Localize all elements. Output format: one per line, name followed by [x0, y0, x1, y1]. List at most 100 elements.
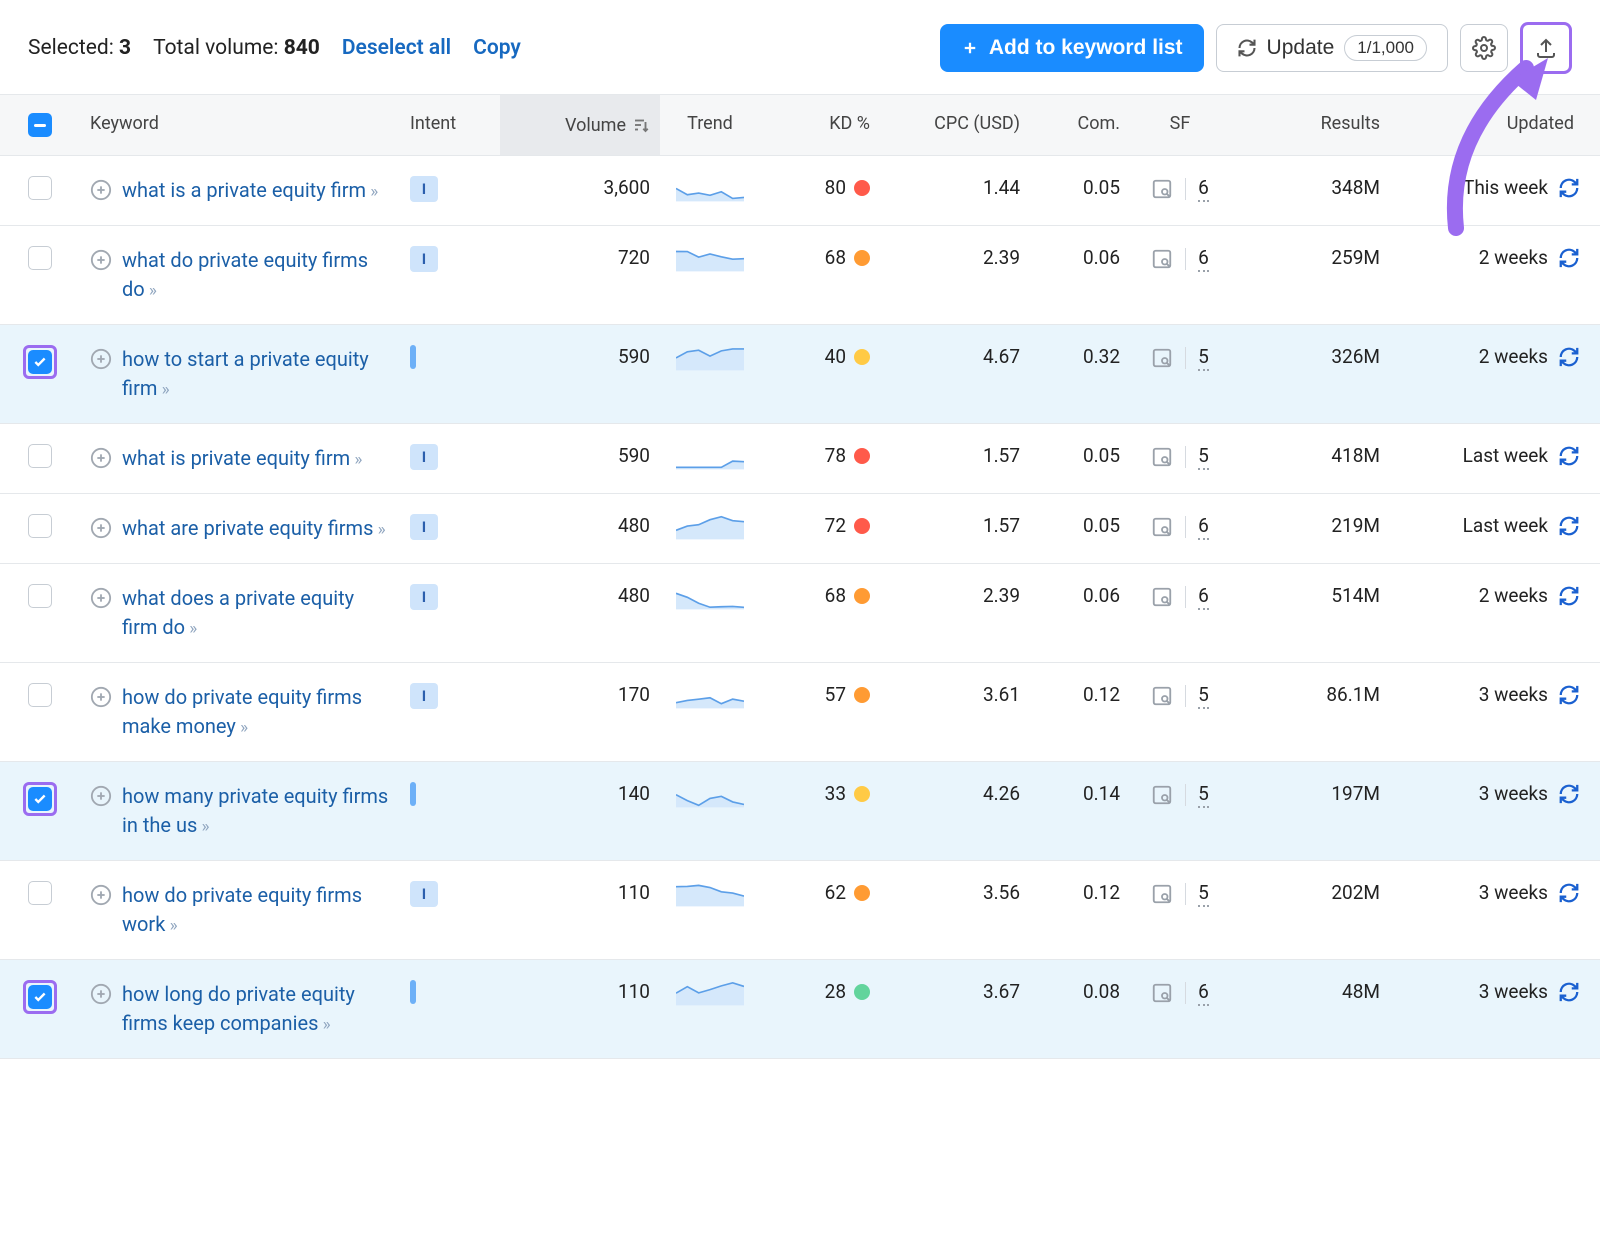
refresh-row-icon[interactable] [1558, 515, 1580, 537]
refresh-row-icon[interactable] [1558, 247, 1580, 269]
kd-value: 57 [825, 683, 846, 706]
row-checkbox[interactable] [28, 584, 52, 608]
serp-features-icon[interactable] [1151, 516, 1173, 538]
results-cell: 514M [1230, 564, 1390, 627]
expand-icon[interactable] [90, 249, 112, 271]
add-to-keyword-list-button[interactable]: Add to keyword list [940, 24, 1204, 72]
serp-features-icon[interactable] [1151, 883, 1173, 905]
sf-count: 5 [1198, 683, 1209, 709]
results-cell: 202M [1230, 861, 1390, 924]
chevron-right-icon: » [169, 914, 173, 939]
row-checkbox[interactable] [28, 514, 52, 538]
col-cpc[interactable]: CPC (USD) [880, 95, 1030, 152]
serp-features-icon[interactable] [1151, 982, 1173, 1004]
intent-badge: I [410, 683, 438, 709]
trend-sparkline [676, 980, 744, 1006]
serp-features-icon[interactable] [1151, 586, 1173, 608]
expand-icon[interactable] [90, 517, 112, 539]
export-icon [1534, 36, 1558, 60]
keyword-link[interactable]: what does a private equity firm do » [122, 584, 390, 642]
col-keyword[interactable]: Keyword [80, 95, 400, 152]
row-checkbox[interactable] [28, 176, 52, 200]
col-results[interactable]: Results [1230, 95, 1390, 152]
settings-button[interactable] [1460, 24, 1508, 72]
col-trend[interactable]: Trend [660, 95, 760, 152]
expand-icon[interactable] [90, 686, 112, 708]
keyword-link[interactable]: what do private equity firms do » [122, 246, 390, 304]
updated-text: 3 weeks [1479, 980, 1548, 1003]
refresh-row-icon[interactable] [1558, 177, 1580, 199]
row-checkbox[interactable] [28, 246, 52, 270]
col-updated[interactable]: Updated [1390, 95, 1600, 152]
results-cell: 418M [1230, 424, 1390, 487]
select-all-checkbox[interactable] [28, 113, 52, 137]
table-row: how do private equity firms make money »… [0, 663, 1600, 762]
row-checkbox[interactable] [28, 350, 52, 374]
cpc-cell: 1.44 [880, 156, 1030, 219]
keyword-link[interactable]: how to start a private equity firm » [122, 345, 390, 403]
expand-icon[interactable] [90, 884, 112, 906]
expand-icon[interactable] [90, 179, 112, 201]
serp-features-icon[interactable] [1151, 178, 1173, 200]
sf-count: 5 [1198, 444, 1209, 470]
row-checkbox[interactable] [28, 444, 52, 468]
serp-features-icon[interactable] [1151, 446, 1173, 468]
row-checkbox[interactable] [28, 683, 52, 707]
kd-value: 68 [825, 246, 846, 269]
update-button[interactable]: Update 1/1,000 [1216, 24, 1448, 72]
expand-icon[interactable] [90, 587, 112, 609]
keyword-link[interactable]: how do private equity firms make money » [122, 683, 390, 741]
row-checkbox[interactable] [28, 881, 52, 905]
col-sf[interactable]: SF [1130, 95, 1230, 152]
keyword-link[interactable]: how long do private equity firms keep co… [122, 980, 390, 1038]
serp-features-icon[interactable] [1151, 685, 1173, 707]
row-checkbox[interactable] [28, 787, 52, 811]
cpc-cell: 3.67 [880, 960, 1030, 1023]
export-button[interactable] [1525, 27, 1567, 69]
refresh-row-icon[interactable] [1558, 882, 1580, 904]
expand-icon[interactable] [90, 348, 112, 370]
copy-button[interactable]: Copy [473, 36, 521, 60]
sf-count: 5 [1198, 782, 1209, 808]
com-cell: 0.12 [1030, 861, 1130, 924]
col-volume[interactable]: Volume [500, 95, 660, 155]
kd-difficulty-dot [854, 250, 870, 266]
kd-difficulty-dot [854, 349, 870, 365]
expand-icon[interactable] [90, 785, 112, 807]
refresh-row-icon[interactable] [1558, 981, 1580, 1003]
refresh-row-icon[interactable] [1558, 445, 1580, 467]
keyword-link[interactable]: what is private equity firm » [122, 444, 358, 473]
keyword-link[interactable]: how many private equity firms in the us … [122, 782, 390, 840]
com-cell: 0.14 [1030, 762, 1130, 825]
kd-difficulty-dot [854, 180, 870, 196]
refresh-row-icon[interactable] [1558, 783, 1580, 805]
kd-value: 78 [825, 444, 846, 467]
volume-cell: 110 [500, 861, 660, 924]
serp-features-icon[interactable] [1151, 248, 1173, 270]
results-cell: 259M [1230, 226, 1390, 289]
refresh-row-icon[interactable] [1558, 684, 1580, 706]
col-kd[interactable]: KD % [760, 95, 880, 152]
volume-cell: 590 [500, 424, 660, 487]
cpc-cell: 4.67 [880, 325, 1030, 388]
expand-icon[interactable] [90, 447, 112, 469]
update-label: Update [1267, 36, 1335, 60]
sf-count: 5 [1198, 881, 1209, 907]
keyword-link[interactable]: how do private equity firms work » [122, 881, 390, 939]
selected-count: 3 [119, 36, 131, 60]
serp-features-icon[interactable] [1151, 347, 1173, 369]
toolbar: Selected: 3 Total volume: 840 Deselect a… [0, 10, 1600, 94]
deselect-all-button[interactable]: Deselect all [342, 36, 451, 60]
row-checkbox[interactable] [28, 985, 52, 1009]
kd-value: 80 [825, 176, 846, 199]
col-com[interactable]: Com. [1030, 95, 1130, 152]
col-intent[interactable]: Intent [400, 95, 500, 152]
serp-features-icon[interactable] [1151, 784, 1173, 806]
keyword-link[interactable]: what are private equity firms » [122, 514, 382, 543]
expand-icon[interactable] [90, 983, 112, 1005]
volume-cell: 720 [500, 226, 660, 289]
refresh-row-icon[interactable] [1558, 585, 1580, 607]
kd-difficulty-dot [854, 687, 870, 703]
refresh-row-icon[interactable] [1558, 346, 1580, 368]
keyword-link[interactable]: what is a private equity firm » [122, 176, 374, 205]
